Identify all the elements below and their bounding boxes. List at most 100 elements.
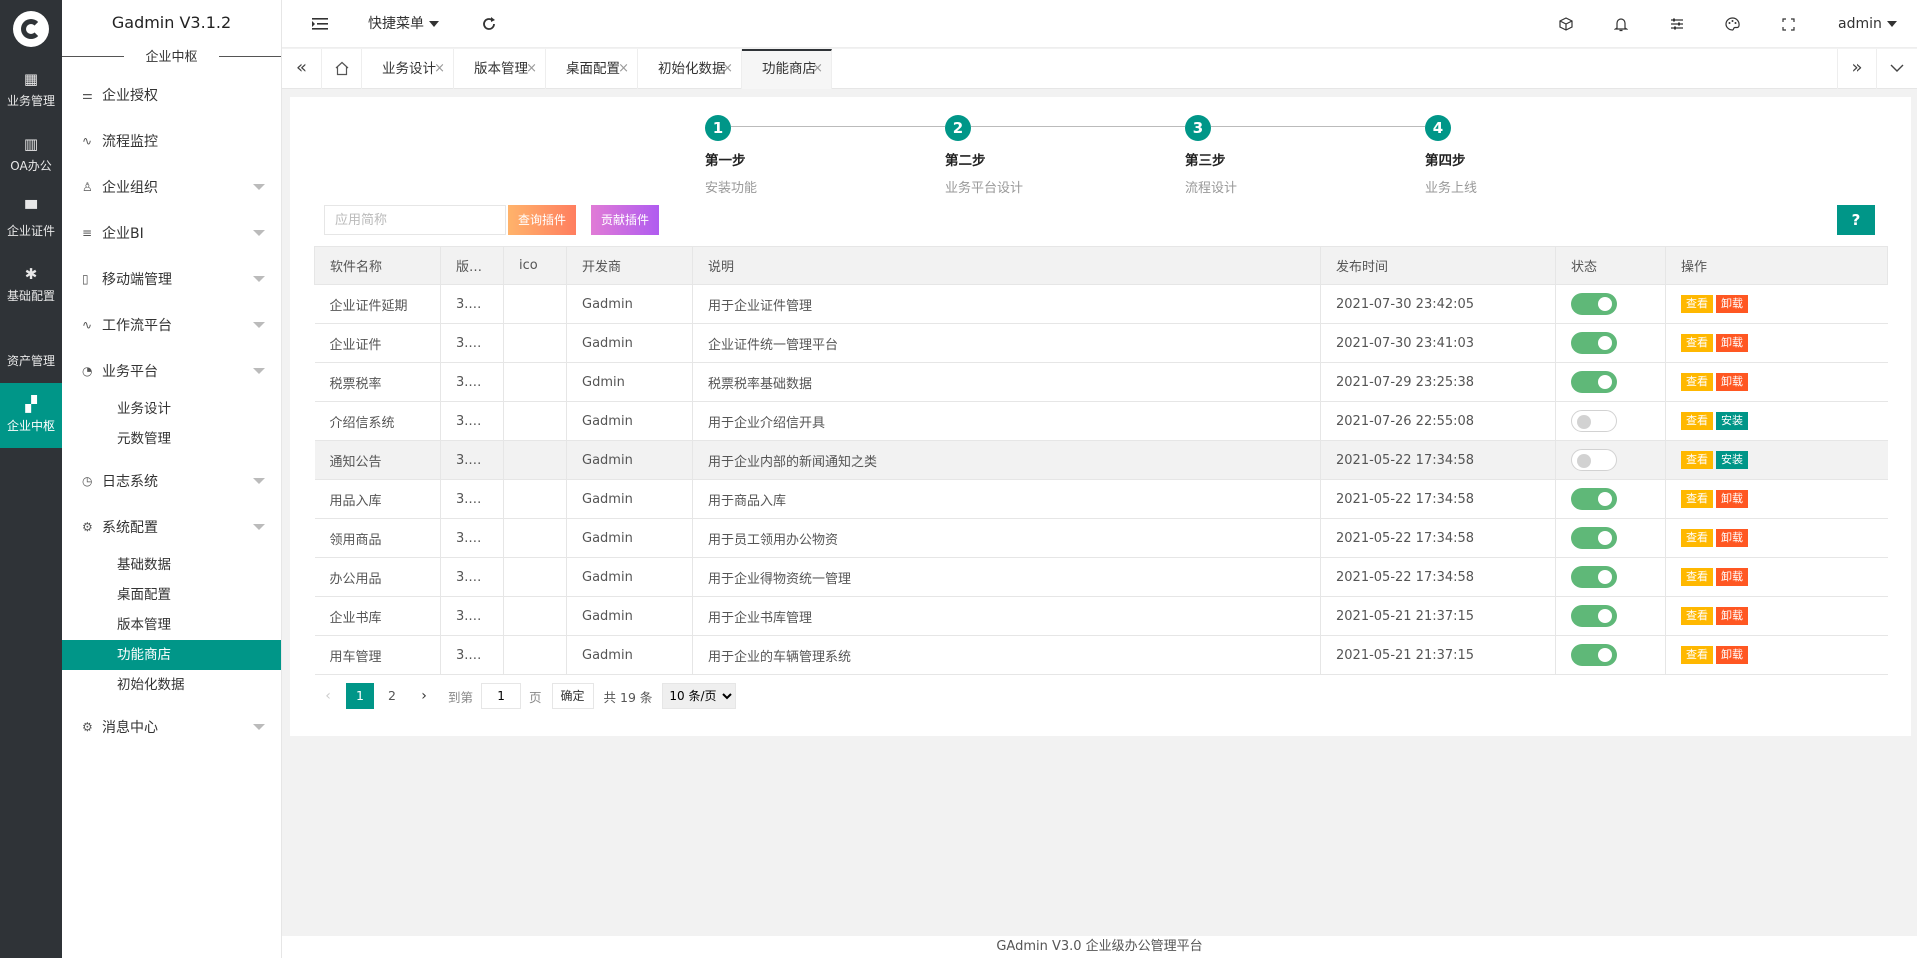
query-plugin-button[interactable]: 查询插件: [508, 205, 576, 235]
view-button[interactable]: 查看: [1681, 295, 1713, 313]
sidebar-subitem[interactable]: 业务设计: [62, 394, 281, 424]
sidebar-item-9[interactable]: ⚙ 消息中心: [62, 704, 281, 750]
sidebar-item-7[interactable]: ◷ 日志系统: [62, 458, 281, 504]
status-toggle[interactable]: [1571, 644, 1617, 666]
close-icon[interactable]: ×: [434, 49, 445, 89]
search-input[interactable]: [324, 205, 506, 235]
chevron-down-icon: [253, 230, 265, 236]
cell-status: [1555, 479, 1666, 519]
view-button[interactable]: 查看: [1681, 646, 1713, 664]
tab-2[interactable]: 桌面配置 ×: [546, 49, 638, 89]
sidebar-subitem[interactable]: 功能商店: [62, 640, 281, 670]
status-toggle[interactable]: [1571, 410, 1617, 432]
uninstall-button[interactable]: 卸载: [1716, 334, 1748, 352]
rail-item-3[interactable]: ✱ 基础配置: [0, 253, 62, 318]
page-size-select[interactable]: 10 条/页: [662, 683, 737, 709]
tab-1[interactable]: 版本管理 ×: [454, 49, 546, 89]
rail-item-2[interactable]: ▀ 企业证件: [0, 188, 62, 253]
status-toggle[interactable]: [1571, 605, 1617, 627]
home-tab[interactable]: [322, 49, 362, 89]
sidebar-subitem[interactable]: 桌面配置: [62, 580, 281, 610]
compass-icon: ◔: [82, 364, 93, 378]
table-row: 办公用品 3.… Gadmin 用于企业得物资统一管理 2021-05-22 17:34…: [314, 557, 1888, 597]
close-icon[interactable]: ×: [526, 49, 537, 89]
rail-item-1[interactable]: ▥ OA办公: [0, 123, 62, 188]
sidebar-item-4[interactable]: ▯ 移动端管理: [62, 256, 281, 302]
uninstall-button[interactable]: 卸载: [1716, 568, 1748, 586]
uninstall-button[interactable]: 卸载: [1716, 529, 1748, 547]
tabs-dropdown[interactable]: [1877, 49, 1917, 89]
bell-icon[interactable]: [1613, 0, 1629, 48]
sidebar-item-0[interactable]: ⚌ 企业授权: [62, 72, 281, 118]
quick-menu-dropdown[interactable]: 快捷菜单: [368, 0, 439, 48]
cell-ico: [503, 440, 567, 480]
sidebar-item-2[interactable]: ♙ 企业组织: [62, 164, 281, 210]
refresh-icon[interactable]: [482, 0, 496, 48]
cell-desc: 用于企业书库管理: [692, 596, 1321, 636]
cube-icon[interactable]: [1559, 0, 1573, 48]
tab-3[interactable]: 初始化数据 ×: [638, 49, 742, 89]
sidebar-item-1[interactable]: ∿ 流程监控: [62, 118, 281, 164]
sidebar-subitem[interactable]: 初始化数据: [62, 670, 281, 700]
install-button[interactable]: 安装: [1716, 451, 1748, 469]
view-button[interactable]: 查看: [1681, 334, 1713, 352]
sidebar-item-8[interactable]: ⚙ 系统配置: [62, 504, 281, 550]
uninstall-button[interactable]: 卸载: [1716, 373, 1748, 391]
building-icon: ▥: [23, 135, 39, 153]
goto-confirm-button[interactable]: 确定: [551, 683, 594, 709]
rail-item-5[interactable]: ▞ 企业中枢: [0, 383, 62, 448]
install-button[interactable]: 安装: [1716, 412, 1748, 430]
app-logo[interactable]: [0, 0, 62, 58]
page-1[interactable]: 1: [346, 683, 374, 709]
cell-desc: 用于企业证件管理: [692, 284, 1321, 324]
status-toggle[interactable]: [1571, 371, 1617, 393]
uninstall-button[interactable]: 卸载: [1716, 490, 1748, 508]
goto-page-input[interactable]: [481, 683, 522, 709]
theme-palette-icon[interactable]: [1725, 0, 1740, 48]
tabs-scroll-left-icon[interactable]: «: [282, 49, 322, 89]
view-button[interactable]: 查看: [1681, 490, 1713, 508]
sidebar-subitem[interactable]: 基础数据: [62, 550, 281, 580]
view-button[interactable]: 查看: [1681, 373, 1713, 391]
sidebar-item-3[interactable]: ≡ 企业BI: [62, 210, 281, 256]
sidebar-item-5[interactable]: ∿ 工作流平台: [62, 302, 281, 348]
help-button[interactable]: ?: [1837, 205, 1875, 235]
rail-item-0[interactable]: ▦ 业务管理: [0, 58, 62, 123]
cell-actions: 查看 卸载: [1665, 596, 1888, 636]
sidebar-item-6[interactable]: ◔ 业务平台: [62, 348, 281, 394]
uninstall-button[interactable]: 卸载: [1716, 607, 1748, 625]
user-menu[interactable]: admin: [1838, 0, 1897, 48]
close-icon[interactable]: ×: [812, 51, 823, 87]
page-2[interactable]: 2: [378, 683, 406, 709]
tabs-scroll-right-icon[interactable]: »: [1837, 49, 1877, 89]
status-toggle[interactable]: [1571, 449, 1617, 471]
status-toggle[interactable]: [1571, 293, 1617, 315]
contribute-plugin-button[interactable]: 贡献插件: [591, 205, 659, 235]
sidebar-subitem[interactable]: 元数管理: [62, 424, 281, 454]
status-toggle[interactable]: [1571, 527, 1617, 549]
close-icon[interactable]: ×: [618, 49, 629, 89]
view-button[interactable]: 查看: [1681, 529, 1713, 547]
sidebar-subitem[interactable]: 版本管理: [62, 610, 281, 640]
tab-4[interactable]: 功能商店 ×: [742, 49, 832, 89]
menu-toggle-icon[interactable]: [312, 0, 328, 48]
close-icon[interactable]: ×: [722, 49, 733, 89]
status-toggle[interactable]: [1571, 332, 1617, 354]
uninstall-button[interactable]: 卸载: [1716, 295, 1748, 313]
chevron-down-icon: [253, 322, 265, 328]
toggle-knob: [1577, 454, 1591, 468]
next-page-icon[interactable]: ›: [410, 683, 438, 709]
view-button[interactable]: 查看: [1681, 412, 1713, 430]
settings-sliders-icon[interactable]: [1670, 0, 1684, 48]
fullscreen-icon[interactable]: [1782, 0, 1795, 48]
tab-0[interactable]: 业务设计 ×: [362, 49, 454, 89]
view-button[interactable]: 查看: [1681, 568, 1713, 586]
rail-item-4[interactable]: 资产管理: [0, 318, 62, 383]
status-toggle[interactable]: [1571, 488, 1617, 510]
view-button[interactable]: 查看: [1681, 607, 1713, 625]
prev-page-icon[interactable]: ‹: [314, 683, 342, 709]
uninstall-button[interactable]: 卸载: [1716, 646, 1748, 664]
sidebar-item-label: 消息中心: [102, 720, 158, 736]
status-toggle[interactable]: [1571, 566, 1617, 588]
view-button[interactable]: 查看: [1681, 451, 1713, 469]
